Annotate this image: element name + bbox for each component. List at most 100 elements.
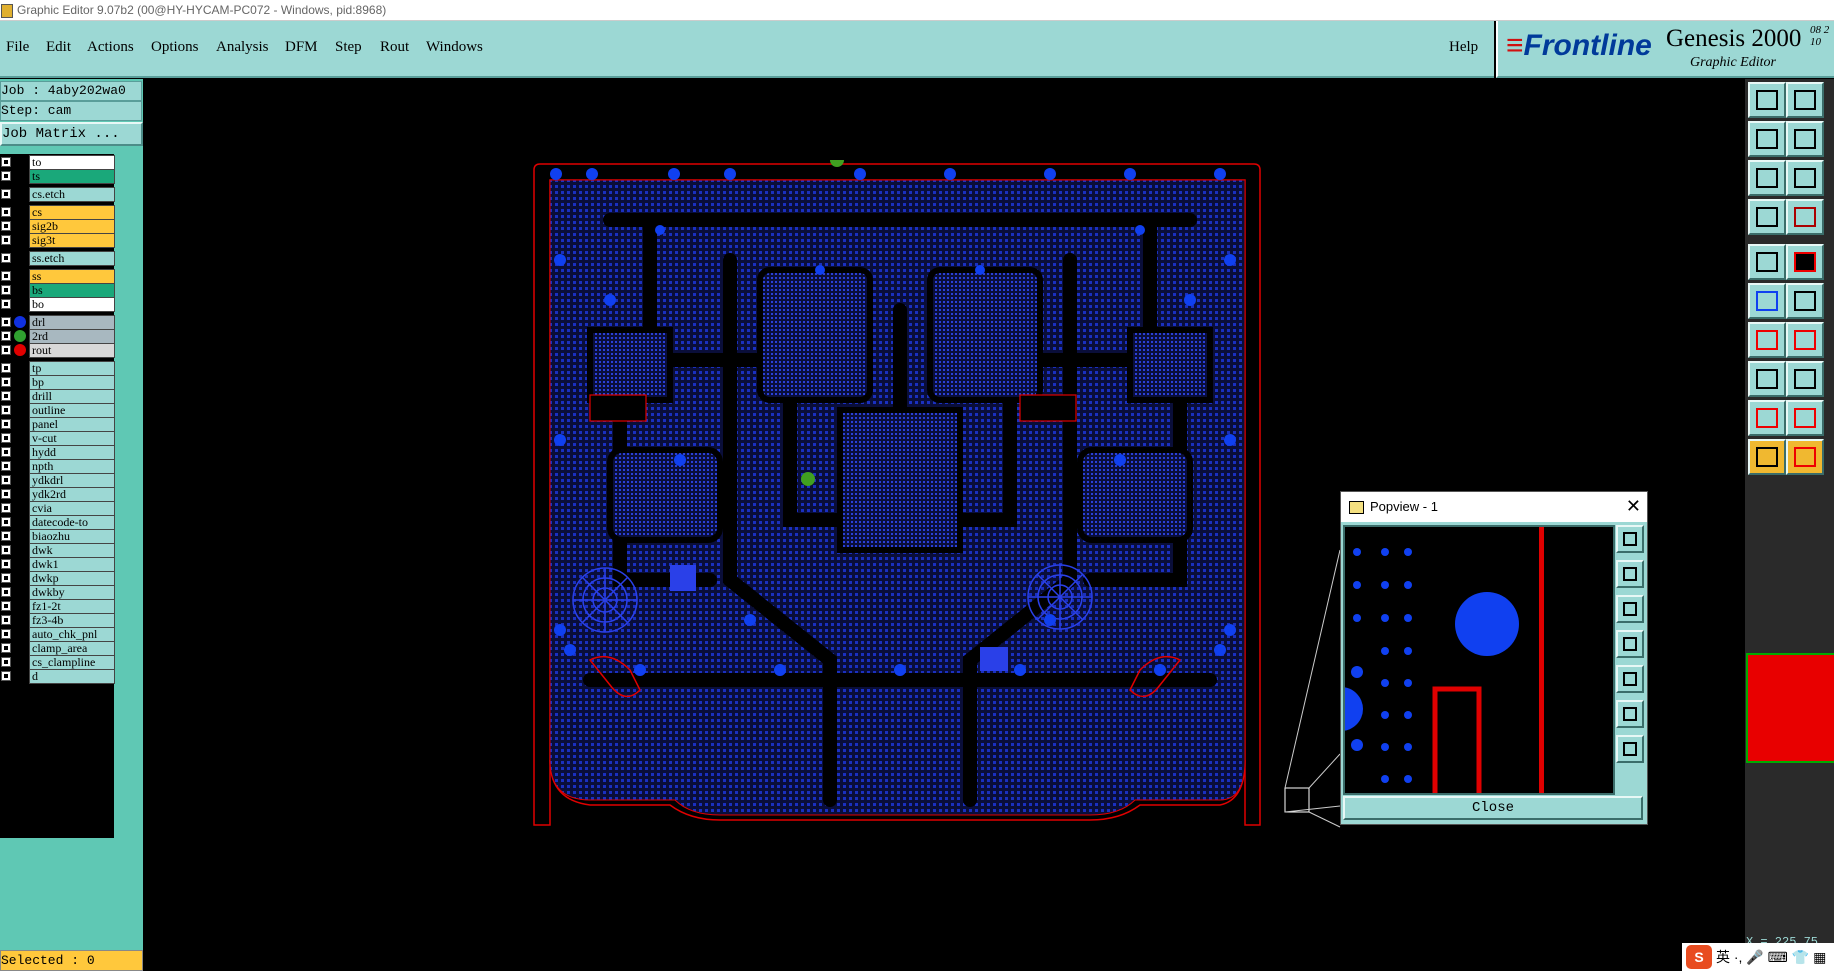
- layer-name[interactable]: cs_clampline: [29, 655, 115, 670]
- layer-row[interactable]: npth: [0, 459, 115, 474]
- cross-tool[interactable]: [1786, 283, 1824, 319]
- layer-row[interactable]: cs.etch: [0, 187, 115, 202]
- layer-name[interactable]: npth: [29, 459, 115, 474]
- layer-checkbox[interactable]: [1, 447, 11, 457]
- layer-row[interactable]: ss.etch: [0, 251, 115, 266]
- layer-name[interactable]: ydk2rd: [29, 487, 115, 502]
- hline-tool[interactable]: [1786, 361, 1824, 397]
- layer-name[interactable]: outline: [29, 403, 115, 418]
- layer-row[interactable]: tp: [0, 361, 115, 376]
- layer-row[interactable]: bp: [0, 375, 115, 390]
- popview-zoom-out-button[interactable]: [1616, 595, 1644, 623]
- layer-name[interactable]: ts: [29, 169, 115, 184]
- pcb-board-canvas[interactable]: [530, 160, 1270, 840]
- pointer-tool[interactable]: [1748, 439, 1786, 475]
- layer-row[interactable]: fz3-4b: [0, 613, 115, 628]
- layer-name[interactable]: cs: [29, 205, 115, 220]
- layer-name[interactable]: sig2b: [29, 219, 115, 234]
- layer-row[interactable]: drill: [0, 389, 115, 404]
- layer-row[interactable]: cs: [0, 205, 115, 220]
- layer-name[interactable]: cs.etch: [29, 187, 115, 202]
- menu-help[interactable]: Help: [1449, 39, 1478, 56]
- close-icon[interactable]: ✕: [1626, 492, 1641, 520]
- layer-name[interactable]: bo: [29, 297, 115, 312]
- layer-row[interactable]: ydk2rd: [0, 487, 115, 502]
- layer-checkbox[interactable]: [1, 573, 11, 583]
- close-button[interactable]: Close: [1343, 796, 1643, 820]
- layer-checkbox[interactable]: [1, 671, 11, 681]
- layer-checkbox[interactable]: [1, 331, 11, 341]
- line-tool[interactable]: [1786, 322, 1824, 358]
- pan-left-tool[interactable]: [1748, 121, 1786, 157]
- layer-name[interactable]: sig3t: [29, 233, 115, 248]
- layer-name[interactable]: dwk1: [29, 557, 115, 572]
- layer-row[interactable]: sig2b: [0, 219, 115, 234]
- popview-pan-left-button[interactable]: [1616, 630, 1644, 658]
- layer-row[interactable]: drl: [0, 315, 115, 330]
- layer-checkbox[interactable]: [1, 433, 11, 443]
- layer-name[interactable]: ydkdrl: [29, 473, 115, 488]
- layer-name[interactable]: ss.etch: [29, 251, 115, 266]
- layer-row[interactable]: v-cut: [0, 431, 115, 446]
- menu-options[interactable]: Options: [151, 39, 199, 56]
- layer-row[interactable]: ts: [0, 169, 115, 184]
- layer-checkbox[interactable]: [1, 171, 11, 181]
- menu-edit[interactable]: Edit: [46, 39, 71, 56]
- layer-row[interactable]: rout: [0, 343, 115, 358]
- menu-rout[interactable]: Rout: [380, 39, 409, 56]
- layer-checkbox[interactable]: [1, 489, 11, 499]
- layer-name[interactable]: auto_chk_pnl: [29, 627, 115, 642]
- layer-checkbox[interactable]: [1, 601, 11, 611]
- layer-name[interactable]: tp: [29, 361, 115, 376]
- angle-tool[interactable]: [1748, 322, 1786, 358]
- layer-row[interactable]: cs_clampline: [0, 655, 115, 670]
- layer-checkbox[interactable]: [1, 531, 11, 541]
- layer-name[interactable]: drill: [29, 389, 115, 404]
- layer-name[interactable]: bp: [29, 375, 115, 390]
- layer-checkbox[interactable]: [1, 299, 11, 309]
- grid-icon[interactable]: ▦: [1813, 949, 1826, 965]
- popview-fit-button[interactable]: [1616, 700, 1644, 728]
- layer-checkbox[interactable]: [1, 517, 11, 527]
- layer-checkbox[interactable]: [1, 235, 11, 245]
- layer-checkbox[interactable]: [1, 405, 11, 415]
- layer-row[interactable]: biaozhu: [0, 529, 115, 544]
- zoom-out-tool[interactable]: [1786, 82, 1824, 118]
- layer-checkbox[interactable]: [1, 461, 11, 471]
- layer-name[interactable]: datecode-to: [29, 515, 115, 530]
- menu-step[interactable]: Step: [335, 39, 362, 56]
- layer-row[interactable]: clamp_area: [0, 641, 115, 656]
- popview-pan-right-button[interactable]: [1616, 665, 1644, 693]
- fit-screen-tool[interactable]: [1748, 160, 1786, 196]
- layer-name[interactable]: dwkby: [29, 585, 115, 600]
- layer-row[interactable]: dwk: [0, 543, 115, 558]
- layer-name[interactable]: v-cut: [29, 431, 115, 446]
- layer-row[interactable]: bs: [0, 283, 115, 298]
- layer-name[interactable]: clamp_area: [29, 641, 115, 656]
- fit-profile-tool[interactable]: [1786, 160, 1824, 196]
- layer-checkbox[interactable]: [1, 559, 11, 569]
- ime-label[interactable]: 英: [1716, 949, 1730, 965]
- layer-checkbox[interactable]: [1, 419, 11, 429]
- layer-checkbox[interactable]: [1, 391, 11, 401]
- layer-checkbox[interactable]: [1, 657, 11, 667]
- layer-name[interactable]: hydd: [29, 445, 115, 460]
- layer-checkbox[interactable]: [1, 503, 11, 513]
- layer-name[interactable]: bs: [29, 283, 115, 298]
- layer-checkbox[interactable]: [1, 317, 11, 327]
- punctuation-icon[interactable]: ·,: [1734, 949, 1743, 965]
- layer-row[interactable]: datecode-to: [0, 515, 115, 530]
- layer-row[interactable]: ss: [0, 269, 115, 284]
- keyboard-icon[interactable]: ⌨: [1768, 949, 1788, 965]
- layer-name[interactable]: fz1-2t: [29, 599, 115, 614]
- layer-checkbox[interactable]: [1, 615, 11, 625]
- layer-checkbox[interactable]: [1, 157, 11, 167]
- layer-row[interactable]: outline: [0, 403, 115, 418]
- layer-name[interactable]: to: [29, 155, 115, 170]
- layer-checkbox[interactable]: [1, 377, 11, 387]
- layer-name[interactable]: biaozhu: [29, 529, 115, 544]
- popview-zoom-in-button[interactable]: [1616, 560, 1644, 588]
- layer-checkbox[interactable]: [1, 363, 11, 373]
- edit-shape-tool[interactable]: [1786, 244, 1824, 280]
- measure-tool[interactable]: [1748, 199, 1786, 235]
